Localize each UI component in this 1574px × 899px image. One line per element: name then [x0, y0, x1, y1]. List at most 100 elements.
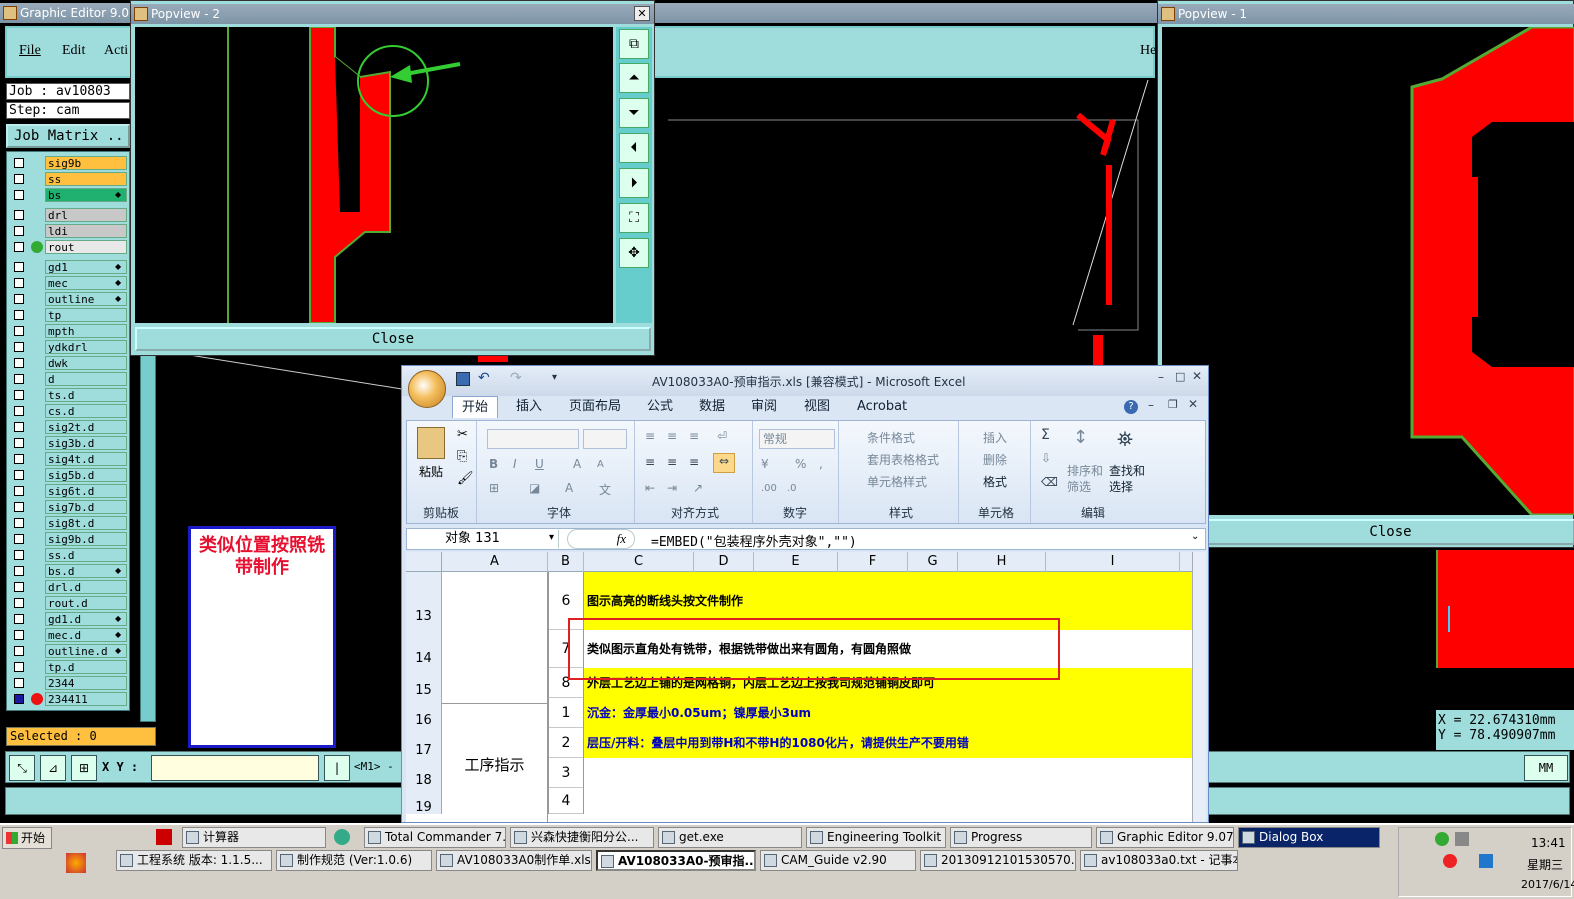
start-button[interactable]: 开始	[2, 827, 52, 849]
formula-input[interactable]: =EMBED("包装程序外壳对象","")	[651, 531, 857, 550]
layer-row[interactable]: 234411	[10, 692, 128, 706]
layer-row[interactable]: mec.d ◆	[10, 628, 128, 642]
layer-checkbox[interactable]	[14, 630, 24, 640]
tray-icon-1[interactable]	[1435, 832, 1449, 846]
taskbar-button[interactable]: CAM_Guide v2.90	[760, 850, 916, 871]
popview-2-close-button[interactable]: Close	[135, 327, 651, 351]
taskbar-button[interactable]: 计算器	[182, 827, 326, 848]
layer-checkbox[interactable]	[14, 406, 24, 416]
name-box[interactable]: 对象 131	[409, 530, 559, 548]
popview-2-titlebar[interactable]: Popview - 2 ✕	[131, 4, 654, 24]
layer-row[interactable]: sig8t.d	[10, 516, 128, 530]
layer-row[interactable]: sig9b.d	[10, 532, 128, 546]
row-number[interactable]: 16	[406, 698, 442, 728]
zoom-out-icon[interactable]: ✥	[619, 238, 649, 268]
right-lower-canvas[interactable]	[1436, 550, 1574, 708]
tray-icon-2[interactable]	[1455, 832, 1469, 846]
layer-row[interactable]: bs ◆	[10, 188, 128, 202]
layer-row[interactable]: drl.d	[10, 580, 128, 594]
insert-cells-button[interactable]: 插入	[983, 429, 1007, 446]
column-header[interactable]: D	[694, 552, 754, 572]
shrink-font-icon[interactable]: A	[597, 459, 604, 470]
taskbar-button[interactable]: av108033a0.txt - 记事本	[1080, 850, 1238, 871]
quick-launch-pdf-icon[interactable]	[156, 829, 172, 845]
align-left-icon[interactable]: ≡	[645, 455, 655, 469]
layer-checkbox[interactable]	[14, 598, 24, 608]
percent-icon[interactable]: %	[795, 457, 806, 471]
comma-icon[interactable]: ,	[819, 457, 823, 471]
fill-color-icon[interactable]: ◪	[529, 481, 540, 495]
xy-input[interactable]	[151, 755, 319, 781]
taskbar-button[interactable]: get.exe	[658, 827, 802, 848]
table-format-button[interactable]: 套用表格格式	[867, 451, 939, 468]
layer-checkbox[interactable]	[14, 662, 24, 672]
font-color-icon[interactable]: A	[565, 481, 573, 495]
layer-checkbox[interactable]	[14, 278, 24, 288]
layer-row[interactable]: ts.d	[10, 388, 128, 402]
cut-icon[interactable]: ✂	[457, 427, 468, 442]
paste-button[interactable]: 粘贴	[419, 463, 443, 480]
fill-icon[interactable]: ⇩	[1041, 451, 1051, 465]
column-header[interactable]: I	[1046, 552, 1180, 572]
align-top-icon[interactable]: ≡	[645, 429, 655, 443]
tab-view[interactable]: 视图	[804, 396, 830, 418]
column-header[interactable]: B	[548, 552, 584, 572]
indent-decrease-icon[interactable]: ⇤	[645, 481, 655, 495]
zoom-fit-icon[interactable]: ⧉	[619, 29, 649, 59]
expand-formula-icon[interactable]: ⌄	[1191, 531, 1199, 542]
tab-insert[interactable]: 插入	[516, 396, 542, 418]
increase-decimal-icon[interactable]: .00	[761, 483, 777, 494]
row-number[interactable]: 13	[406, 572, 442, 630]
name-box-dropdown-icon[interactable]: ▾	[549, 532, 554, 543]
taskbar-button[interactable]: Progress	[950, 827, 1092, 848]
layer-checkbox[interactable]	[14, 310, 24, 320]
layer-row[interactable]: gd1.d ◆	[10, 612, 128, 626]
layer-row[interactable]: ss.d	[10, 548, 128, 562]
layer-row[interactable]: sig6t.d	[10, 484, 128, 498]
layer-checkbox[interactable]	[14, 486, 24, 496]
cell-b[interactable]: 2	[548, 728, 584, 758]
layer-checkbox[interactable]	[14, 242, 24, 252]
layer-checkbox[interactable]	[14, 518, 24, 528]
layer-checkbox[interactable]	[14, 614, 24, 624]
layer-row[interactable]: mec ◆	[10, 276, 128, 290]
layer-row[interactable]: cs.d	[10, 404, 128, 418]
row-number[interactable]: 15	[406, 668, 442, 698]
sort-filter-button[interactable]: 排序和 筛选	[1067, 463, 1103, 495]
align-bottom-icon[interactable]: ≡	[689, 429, 699, 443]
cell-c[interactable]	[584, 788, 1192, 814]
popview-1-close-button[interactable]: Close	[1206, 519, 1574, 545]
layer-row[interactable]: rout.d	[10, 596, 128, 610]
currency-icon[interactable]: ¥	[761, 457, 769, 471]
row-number[interactable]: 17	[406, 728, 442, 758]
clock-time[interactable]: 13:41	[1531, 836, 1566, 850]
layer-checkbox[interactable]	[14, 438, 24, 448]
select-all-corner[interactable]	[406, 552, 442, 572]
minimize-icon[interactable]: –	[1158, 370, 1164, 384]
cell-c[interactable]: 沉金：金厚最小0.05um；镍厚最小3um	[584, 698, 1192, 728]
layer-row[interactable]: ldi	[10, 224, 128, 238]
redo-icon[interactable]: ↷	[510, 370, 522, 386]
cell-b[interactable]: 3	[548, 758, 584, 788]
menu-edit[interactable]: Edit	[62, 43, 85, 59]
pan-down-icon[interactable]: ⏷	[619, 98, 649, 128]
cursor-mode-icon[interactable]: |	[324, 755, 350, 781]
tab-acrobat[interactable]: Acrobat	[857, 396, 907, 418]
cell-b[interactable]: 1	[548, 698, 584, 728]
format-painter-icon[interactable]: 🖌	[457, 471, 474, 486]
cell-c[interactable]	[584, 758, 1192, 788]
format-cells-button[interactable]: 格式	[983, 473, 1007, 490]
layer-checkbox[interactable]	[14, 582, 24, 592]
tab-home[interactable]: 开始	[452, 396, 498, 418]
align-right-icon[interactable]: ≡	[689, 455, 699, 469]
sheet-vertical-scrollbar[interactable]	[1192, 552, 1206, 822]
menu-help[interactable]: He	[1140, 43, 1156, 59]
align-middle-icon[interactable]: ≡	[667, 429, 677, 443]
border-icon[interactable]: ⊞	[489, 481, 499, 495]
paste-icon[interactable]	[417, 427, 445, 459]
layer-checkbox[interactable]	[14, 158, 24, 168]
taskbar-button[interactable]: 20130912101530570.rtf...	[920, 850, 1076, 871]
row-number[interactable]: 18	[406, 758, 442, 788]
layer-row[interactable]: d	[10, 372, 128, 386]
layer-checkbox[interactable]	[14, 550, 24, 560]
